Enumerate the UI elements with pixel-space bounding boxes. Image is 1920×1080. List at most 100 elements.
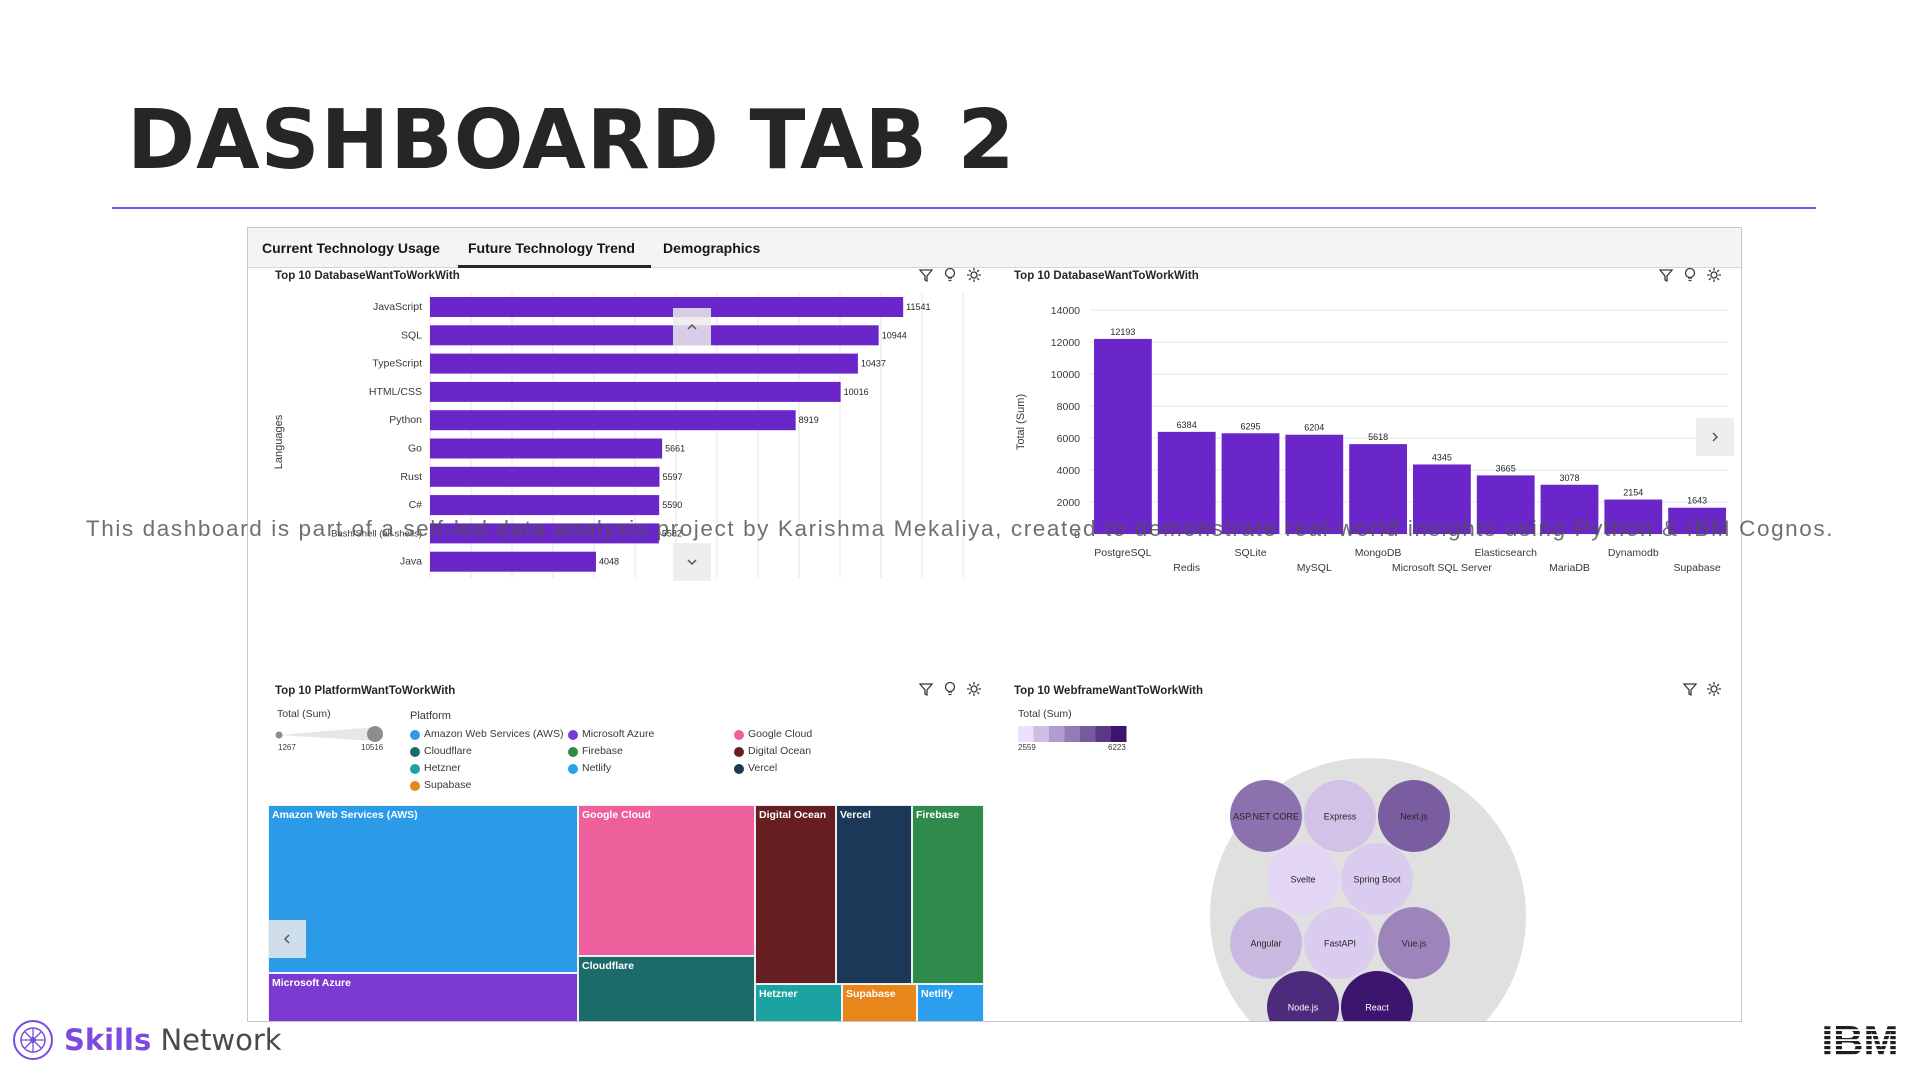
size-legend-min: 1267 [278,743,296,752]
treemap-cell[interactable]: Firebase [912,805,984,984]
settings-icon[interactable] [1705,680,1723,698]
y-tick-label: Go [408,443,422,455]
color-scale-step [1111,726,1127,742]
data-label: 5582 [662,528,682,538]
legend-swatch [410,781,420,791]
treemap-cell[interactable]: Supabase [842,984,917,1021]
legend-swatch [734,764,744,774]
y-tick-label: 8000 [1057,401,1081,413]
x-tick-label: MongoDB [1355,547,1402,559]
treemap-cell-label: Google Cloud [582,809,651,821]
next-page-button[interactable] [1696,418,1734,456]
legend-label: Microsoft Azure [582,728,655,740]
bar [430,523,659,544]
treemap-cell[interactable]: Amazon Web Services (AWS) [268,805,578,973]
bubble-label: Svelte [1290,875,1315,885]
treemap-cell[interactable]: Hetzner [755,984,842,1021]
filter-icon[interactable] [1681,680,1699,698]
legend-swatch [568,764,578,774]
legend-label: Hetzner [424,762,461,774]
data-label: 12193 [1110,327,1135,337]
data-label: 6204 [1304,423,1324,433]
y-tick-label: 14000 [1051,305,1080,317]
bar [1285,434,1344,534]
color-scale-step [1095,726,1111,742]
x-tick-label: Microsoft SQL Server [1392,562,1492,574]
treemap-cell[interactable]: Vercel [836,805,912,984]
data-label: 10437 [861,359,886,369]
y-tick-label: 4000 [1057,465,1081,477]
data-label: 6295 [1240,421,1260,431]
x-tick-label: SQLite [1234,547,1266,559]
legend-label: Vercel [748,762,778,774]
dashboard-screenshot: Current Technology Usage Future Technolo… [247,227,1742,1022]
bar [430,381,841,402]
data-label: 11541 [906,302,930,312]
legend-swatch [734,730,744,740]
bubble-label: Vue.js [1402,939,1427,949]
data-label: 6384 [1177,420,1197,430]
data-label: 10944 [882,330,907,340]
scroll-up-button[interactable] [673,308,711,346]
bar [430,466,660,487]
treemap-cell[interactable]: Microsoft Azure [268,973,578,1021]
panel-title-webframes: Top 10 WebframeWantToWorkWith [1014,685,1204,697]
x-tick-label: MariaDB [1549,562,1590,574]
settings-icon[interactable] [965,680,983,698]
languages-bar-chart: 0100020003000400050006000700080009000100… [273,293,964,578]
treemap-cell-label: Vercel [840,809,871,821]
x-tick-label: PostgreSQL [1094,547,1151,559]
color-scale-step [1018,726,1034,742]
data-label: 1643 [1687,496,1707,506]
platform-treemap: Amazon Web Services (AWS) Microsoft Azure… [268,805,984,1021]
bar [430,438,663,459]
legend-label: Digital Ocean [748,745,812,757]
bar [1604,499,1663,534]
bubble-label: Express [1324,812,1357,822]
treemap-cell-label: Firebase [916,809,960,821]
legend-swatch [568,747,578,757]
bubble-label: FastAPI [1324,939,1356,949]
y-tick-label: 6000 [1057,433,1081,445]
treemap-cell-label: Digital Ocean [759,809,827,821]
color-legend-title: Platform [410,710,451,722]
data-label: 5618 [1368,432,1388,442]
treemap-cell[interactable]: Cloudflare [578,956,755,1021]
data-label: 10016 [844,387,869,397]
bubble-label: Spring Boot [1353,875,1401,885]
y-tick-label: SQL [401,329,422,341]
bubble-label: Angular [1250,939,1281,949]
legend-label: Cloudflare [424,745,472,757]
x-tick-label: Supabase [1673,562,1720,574]
scroll-down-button[interactable] [673,543,711,581]
bar [430,495,660,516]
tab-current-technology-usage[interactable]: Current Technology Usage [262,228,440,268]
ibm-logo-text: IBM [1822,1017,1899,1060]
data-label: 8919 [799,415,819,425]
data-label: 5597 [662,472,682,482]
data-label: 4345 [1432,452,1452,462]
bar [1157,431,1216,534]
treemap-cell[interactable]: Google Cloud [578,805,755,956]
legend-label: Netlify [582,762,612,774]
tab-future-technology-trend[interactable]: Future Technology Trend [458,228,651,268]
insights-icon[interactable] [941,680,959,698]
treemap-cell[interactable]: Digital Ocean [755,805,836,984]
treemap-cell[interactable]: Netlify [917,984,984,1021]
legend-label: Supabase [424,779,472,791]
brand-skills: Skills [64,1023,152,1057]
bar [430,551,596,572]
slide-title: DASHBOARD TAB 2 [127,93,1016,188]
tab-demographics[interactable]: Demographics [663,228,760,268]
treemap-cell-label: Microsoft Azure [272,977,351,989]
color-scale-title: Total (Sum) [1018,708,1072,720]
y-tick-label: 10000 [1051,369,1080,381]
bar [1094,338,1152,534]
previous-page-button[interactable] [268,920,306,958]
y-tick-label: JavaScript [373,301,422,313]
filter-icon[interactable] [917,680,935,698]
legend-label: Google Cloud [748,728,813,740]
color-scale-step [1049,726,1065,742]
treemap-cell-label: Amazon Web Services (AWS) [272,809,418,821]
treemap-cell-label: Cloudflare [582,960,634,972]
